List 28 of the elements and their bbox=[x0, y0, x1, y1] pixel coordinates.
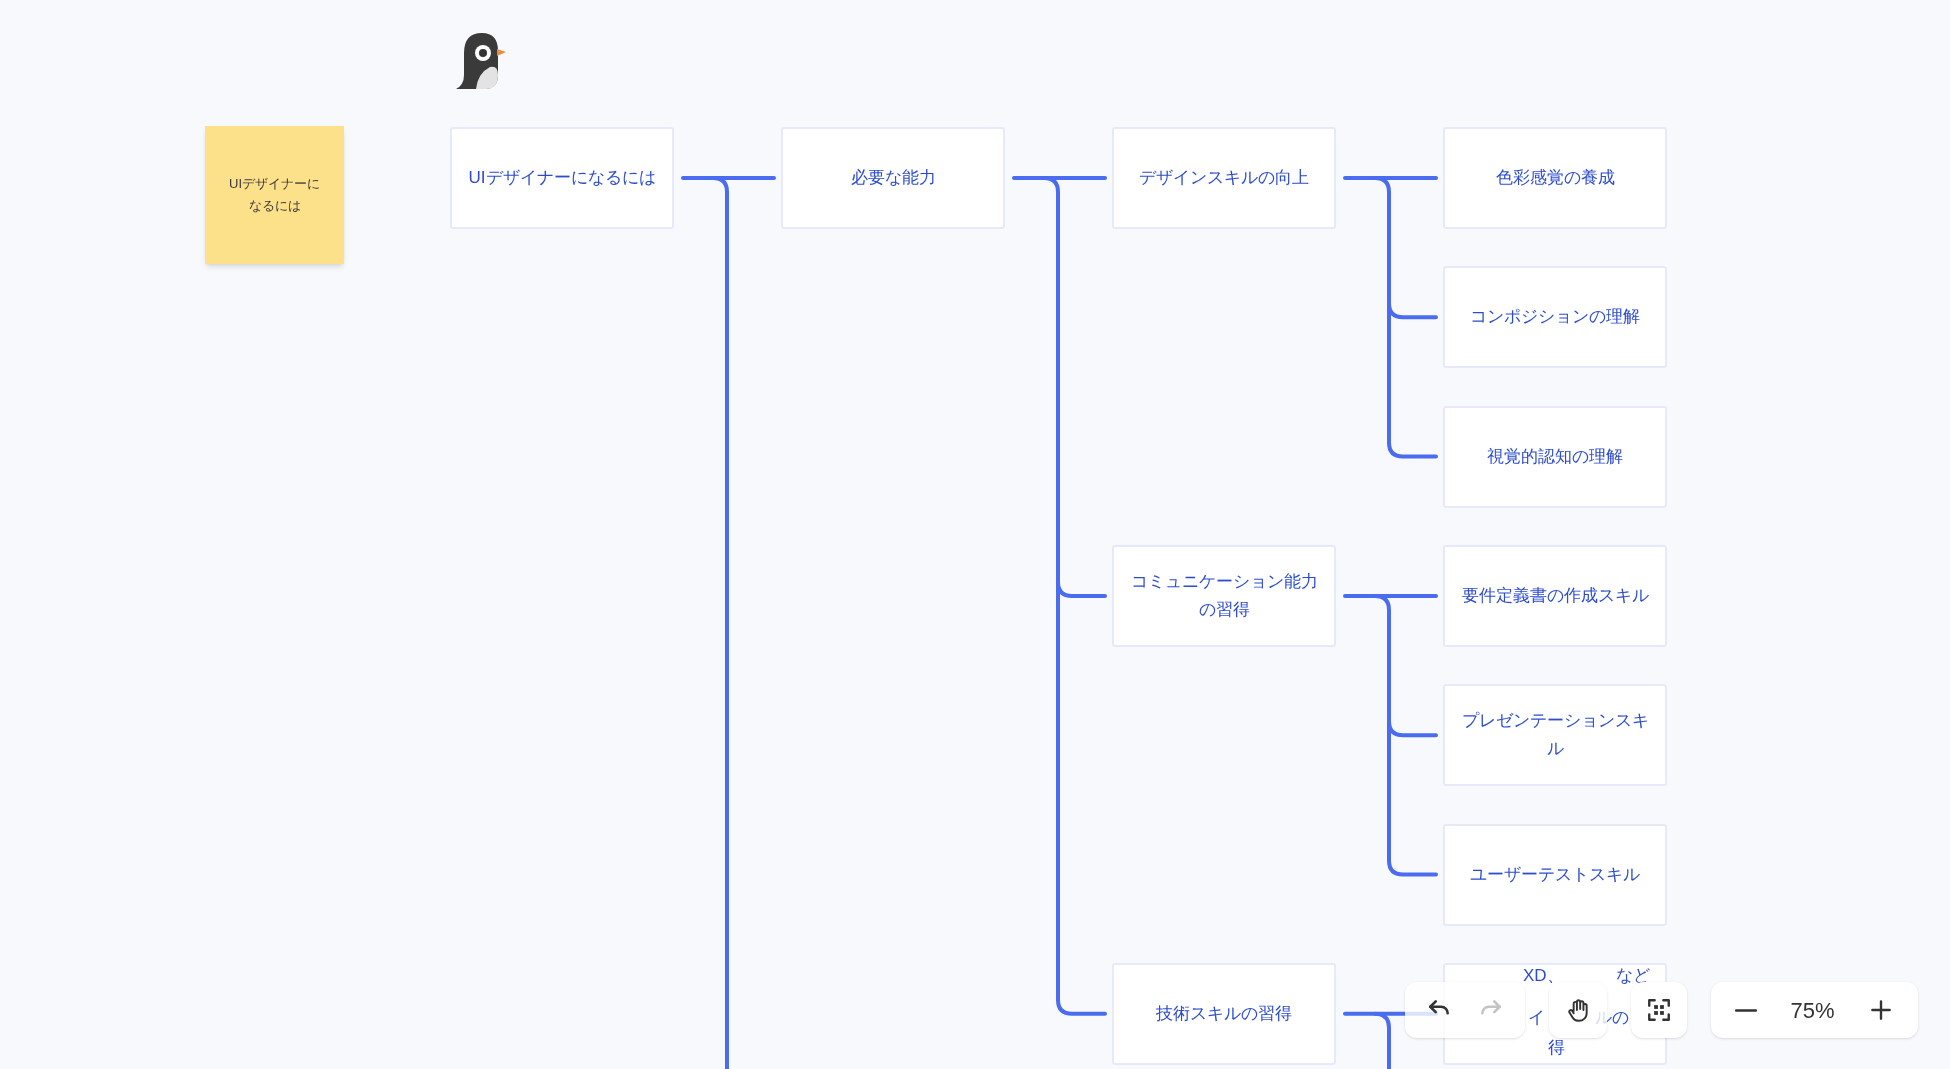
connector-line bbox=[1056, 579, 1107, 598]
mindmap-node[interactable]: 要件定義書の作成スキル bbox=[1443, 544, 1667, 647]
connector-line bbox=[1387, 858, 1438, 877]
mindmap-node[interactable]: デザインスキルの向上 bbox=[1112, 127, 1336, 229]
zoom-level: 75% bbox=[1790, 996, 1835, 1025]
mindmap-node[interactable]: ユーザーテストスキル bbox=[1443, 823, 1667, 926]
mindmap-node[interactable]: 技術スキルの習得 bbox=[1112, 962, 1336, 1065]
node-text-fragment: XD、 bbox=[1523, 964, 1564, 987]
minus-icon bbox=[1735, 1008, 1757, 1012]
connector-line bbox=[1387, 440, 1438, 459]
node-text-fragment: ルの bbox=[1595, 1006, 1629, 1029]
connector-line bbox=[1387, 719, 1438, 738]
connector-line bbox=[1387, 301, 1438, 320]
mindmap-node[interactable]: 色彩感覚の養成 bbox=[1443, 127, 1667, 229]
mindmap-node[interactable]: 必要な能力 bbox=[781, 127, 1005, 229]
node-text-fragment: イ bbox=[1528, 1006, 1545, 1029]
fit-screen-button[interactable] bbox=[1631, 982, 1687, 1038]
hand-icon bbox=[1565, 997, 1591, 1023]
mindmap-node[interactable]: 視覚的認知の理解 bbox=[1443, 405, 1667, 508]
fit-screen-icon bbox=[1646, 997, 1672, 1023]
mindmap-node[interactable]: コミュニケーション能力の習得 bbox=[1112, 544, 1336, 647]
mindmap-node[interactable]: コンポジションの理解 bbox=[1443, 266, 1667, 369]
mindmap-node[interactable]: プレゼンテーションスキル bbox=[1443, 684, 1667, 787]
node-text-fragment: 得 bbox=[1548, 1036, 1565, 1059]
plus-icon bbox=[1868, 997, 1894, 1023]
connector-line bbox=[1056, 997, 1107, 1016]
mindmap-node[interactable]: UIデザイナーになるには bbox=[450, 127, 674, 229]
sticky-note[interactable]: UIデザイナーになるには bbox=[205, 126, 344, 264]
